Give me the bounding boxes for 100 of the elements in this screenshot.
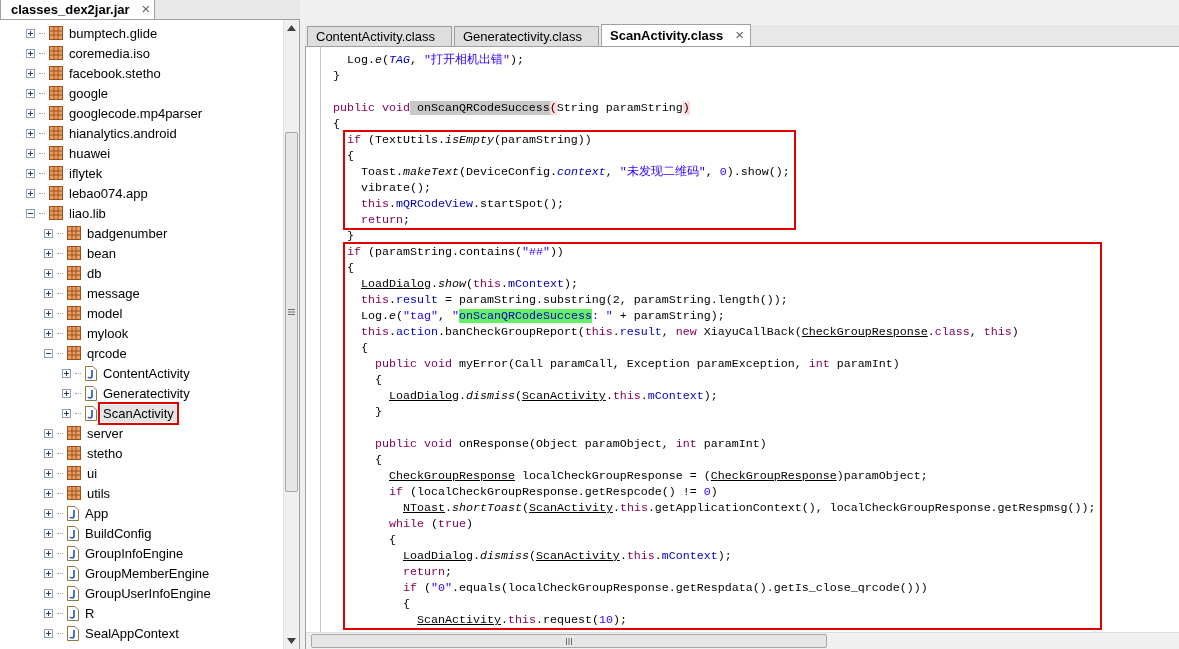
code-line: vibrate();: [361, 180, 431, 196]
code-line: LoadDialog.dismiss(ScanActivity.this.mContext);: [403, 548, 732, 564]
package-icon: [67, 446, 81, 460]
tree-item[interactable]: bean: [85, 244, 118, 262]
code-line: public void myError(Call paramCall, Exception paramException, int paramInt): [375, 356, 900, 372]
tree-item[interactable]: mylook: [85, 324, 131, 342]
horizontal-scrollbar[interactable]: [306, 632, 1179, 649]
vertical-scrollbar[interactable]: [283, 20, 299, 649]
close-icon[interactable]: ×: [735, 24, 744, 47]
package-icon: [49, 146, 63, 160]
scrollbar-thumb[interactable]: [285, 132, 298, 492]
expand-icon[interactable]: [44, 468, 53, 478]
expand-icon[interactable]: [44, 268, 53, 278]
tree-item[interactable]: R: [83, 604, 97, 622]
tree-item[interactable]: model: [85, 304, 125, 322]
tree-item[interactable]: BuildConfig: [83, 524, 154, 542]
expand-icon[interactable]: [44, 588, 53, 598]
expand-icon[interactable]: [44, 488, 53, 498]
expand-icon[interactable]: [44, 528, 53, 538]
tree-item[interactable]: coremedia.iso: [67, 44, 152, 62]
expand-icon[interactable]: [26, 188, 35, 198]
tree-item[interactable]: ScanActivity: [101, 404, 176, 422]
tree-item[interactable]: facebook.stetho: [67, 64, 163, 82]
package-icon: [49, 186, 63, 200]
tree-item[interactable]: qrcode: [85, 344, 129, 362]
tree-item[interactable]: App: [83, 504, 111, 522]
package-icon: [49, 206, 63, 220]
code-line: public void onResponse(Object paramObject, int paramInt): [375, 436, 767, 452]
class-file-icon: [67, 545, 79, 561]
expand-icon[interactable]: [26, 148, 35, 158]
code-line: public void onScanQRCodeSuccess(String paramString): [333, 100, 690, 116]
tree-item[interactable]: liao.lib: [67, 204, 108, 222]
expand-icon[interactable]: [44, 428, 53, 438]
expand-icon[interactable]: [62, 388, 71, 398]
editor-tab[interactable]: ContentActivity.class: [307, 26, 452, 46]
tree-item[interactable]: bumptech.glide: [67, 24, 160, 42]
package-icon: [67, 266, 81, 280]
code-line: return;: [361, 212, 410, 228]
file-tab[interactable]: classes_dex2jar.jar ×: [0, 0, 156, 19]
expand-icon[interactable]: [62, 368, 71, 378]
code-line: {: [347, 260, 354, 276]
expand-icon[interactable]: [44, 628, 53, 638]
tree-item[interactable]: ContentActivity: [101, 364, 192, 382]
code-line: Log.e(TAG, "打开相机出错");: [347, 52, 524, 68]
tree-item[interactable]: Generatectivity: [101, 384, 192, 402]
expand-icon[interactable]: [26, 28, 35, 38]
code-line: {: [389, 532, 396, 548]
collapse-icon[interactable]: [26, 208, 35, 218]
expand-icon[interactable]: [44, 288, 53, 298]
tree-item[interactable]: lebao074.app: [67, 184, 150, 202]
tree-item[interactable]: SealAppContext: [83, 624, 181, 642]
expand-icon[interactable]: [62, 408, 71, 418]
collapse-icon[interactable]: [44, 348, 53, 358]
expand-icon[interactable]: [26, 68, 35, 78]
tree-item[interactable]: google: [67, 84, 111, 102]
scroll-up-icon[interactable]: [287, 25, 296, 31]
tree-item[interactable]: GroupMemberEngine: [83, 564, 212, 582]
expand-icon[interactable]: [44, 448, 53, 458]
expand-icon[interactable]: [44, 608, 53, 618]
scroll-down-icon[interactable]: [287, 638, 296, 644]
tree-item[interactable]: server: [85, 424, 126, 442]
code-line: this.action.banCheckGroupReport(this.result, new XiayuCallBack(CheckGroupResponse.class, this): [361, 324, 1019, 340]
code-line: {: [375, 372, 382, 388]
tree-item[interactable]: db: [85, 264, 104, 282]
grip-icon: [566, 637, 572, 645]
editor-tab[interactable]: Generatectivity.class: [454, 26, 599, 46]
close-icon[interactable]: ×: [141, 0, 151, 21]
tree-item[interactable]: ui: [85, 464, 100, 482]
class-file-icon: [85, 385, 97, 401]
expand-icon[interactable]: [26, 168, 35, 178]
package-icon: [49, 126, 63, 140]
tree-item[interactable]: message: [85, 284, 142, 302]
tree-item[interactable]: utils: [85, 484, 113, 502]
editor-tab[interactable]: ScanActivity.class ×: [601, 24, 751, 46]
expand-icon[interactable]: [44, 248, 53, 258]
expand-icon[interactable]: [44, 568, 53, 578]
class-file-icon: [85, 405, 97, 421]
expand-icon[interactable]: [26, 88, 35, 98]
expand-icon[interactable]: [26, 108, 35, 118]
tree-item[interactable]: googlecode.mp4parser: [67, 104, 204, 122]
expand-icon[interactable]: [44, 508, 53, 518]
class-file-icon: [67, 585, 79, 601]
expand-icon[interactable]: [44, 328, 53, 338]
tree-item[interactable]: GroupUserInfoEngine: [83, 584, 213, 602]
tree-item[interactable]: badgenumber: [85, 224, 170, 242]
tree-item[interactable]: stetho: [85, 444, 125, 462]
expand-icon[interactable]: [44, 308, 53, 318]
code-line: LoadDialog.dismiss(ScanActivity.this.mContext);: [389, 388, 718, 404]
class-file-icon: [67, 505, 79, 521]
class-file-icon: [67, 565, 79, 581]
scrollbar-thumb[interactable]: [311, 634, 827, 648]
tree-item[interactable]: GroupInfoEngine: [83, 544, 186, 562]
expand-icon[interactable]: [26, 128, 35, 138]
expand-icon[interactable]: [44, 228, 53, 238]
tree-item[interactable]: iflytek: [67, 164, 105, 182]
expand-icon[interactable]: [26, 48, 35, 58]
tree-item[interactable]: huawei: [67, 144, 113, 162]
tree-item[interactable]: hianalytics.android: [67, 124, 179, 142]
expand-icon[interactable]: [44, 548, 53, 558]
code-line: return;: [403, 564, 452, 580]
